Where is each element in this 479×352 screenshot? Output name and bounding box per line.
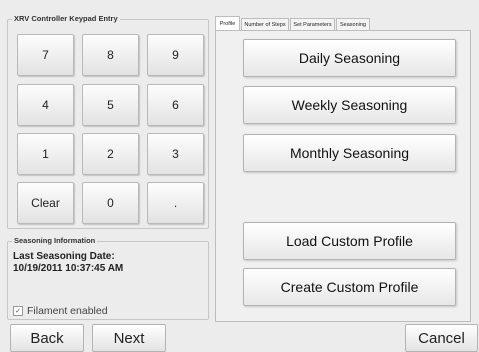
last-seasoning-date: 10/19/2011 10:37:45 AM bbox=[13, 263, 124, 274]
key-0[interactable]: 0 bbox=[82, 182, 139, 224]
key-decimal[interactable]: . bbox=[147, 182, 204, 224]
key-9[interactable]: 9 bbox=[147, 34, 204, 76]
create-custom-profile-button[interactable]: Create Custom Profile bbox=[243, 268, 456, 306]
back-button[interactable]: Back bbox=[10, 324, 84, 352]
filament-label: Filament enabled bbox=[27, 305, 108, 317]
key-7[interactable]: 7 bbox=[17, 34, 74, 76]
cancel-button[interactable]: Cancel bbox=[405, 324, 478, 352]
weekly-seasoning-button[interactable]: Weekly Seasoning bbox=[243, 86, 456, 124]
load-custom-profile-button[interactable]: Load Custom Profile bbox=[243, 222, 456, 260]
checkmark-icon: ✓ bbox=[15, 307, 21, 315]
key-1[interactable]: 1 bbox=[17, 133, 74, 175]
tab-profile[interactable]: Profile bbox=[215, 16, 240, 31]
key-5[interactable]: 5 bbox=[82, 84, 139, 126]
last-seasoning-label: Last Seasoning Date: bbox=[13, 251, 115, 262]
key-clear[interactable]: Clear bbox=[17, 182, 74, 224]
filament-enabled-row[interactable]: ✓ Filament enabled bbox=[13, 305, 108, 317]
key-4[interactable]: 4 bbox=[17, 84, 74, 126]
key-2[interactable]: 2 bbox=[82, 133, 139, 175]
seasoning-info-title: Seasoning Information bbox=[12, 236, 98, 245]
key-8[interactable]: 8 bbox=[82, 34, 139, 76]
key-3[interactable]: 3 bbox=[147, 133, 204, 175]
daily-seasoning-button[interactable]: Daily Seasoning bbox=[243, 39, 456, 77]
keypad-title: XRV Controller Keypad Entry bbox=[12, 14, 120, 23]
next-button[interactable]: Next bbox=[92, 324, 166, 352]
monthly-seasoning-button[interactable]: Monthly Seasoning bbox=[243, 134, 456, 172]
seasoning-info-group: Seasoning Information Last Seasoning Dat… bbox=[7, 236, 209, 320]
key-6[interactable]: 6 bbox=[147, 84, 204, 126]
filament-checkbox[interactable]: ✓ bbox=[13, 306, 23, 316]
